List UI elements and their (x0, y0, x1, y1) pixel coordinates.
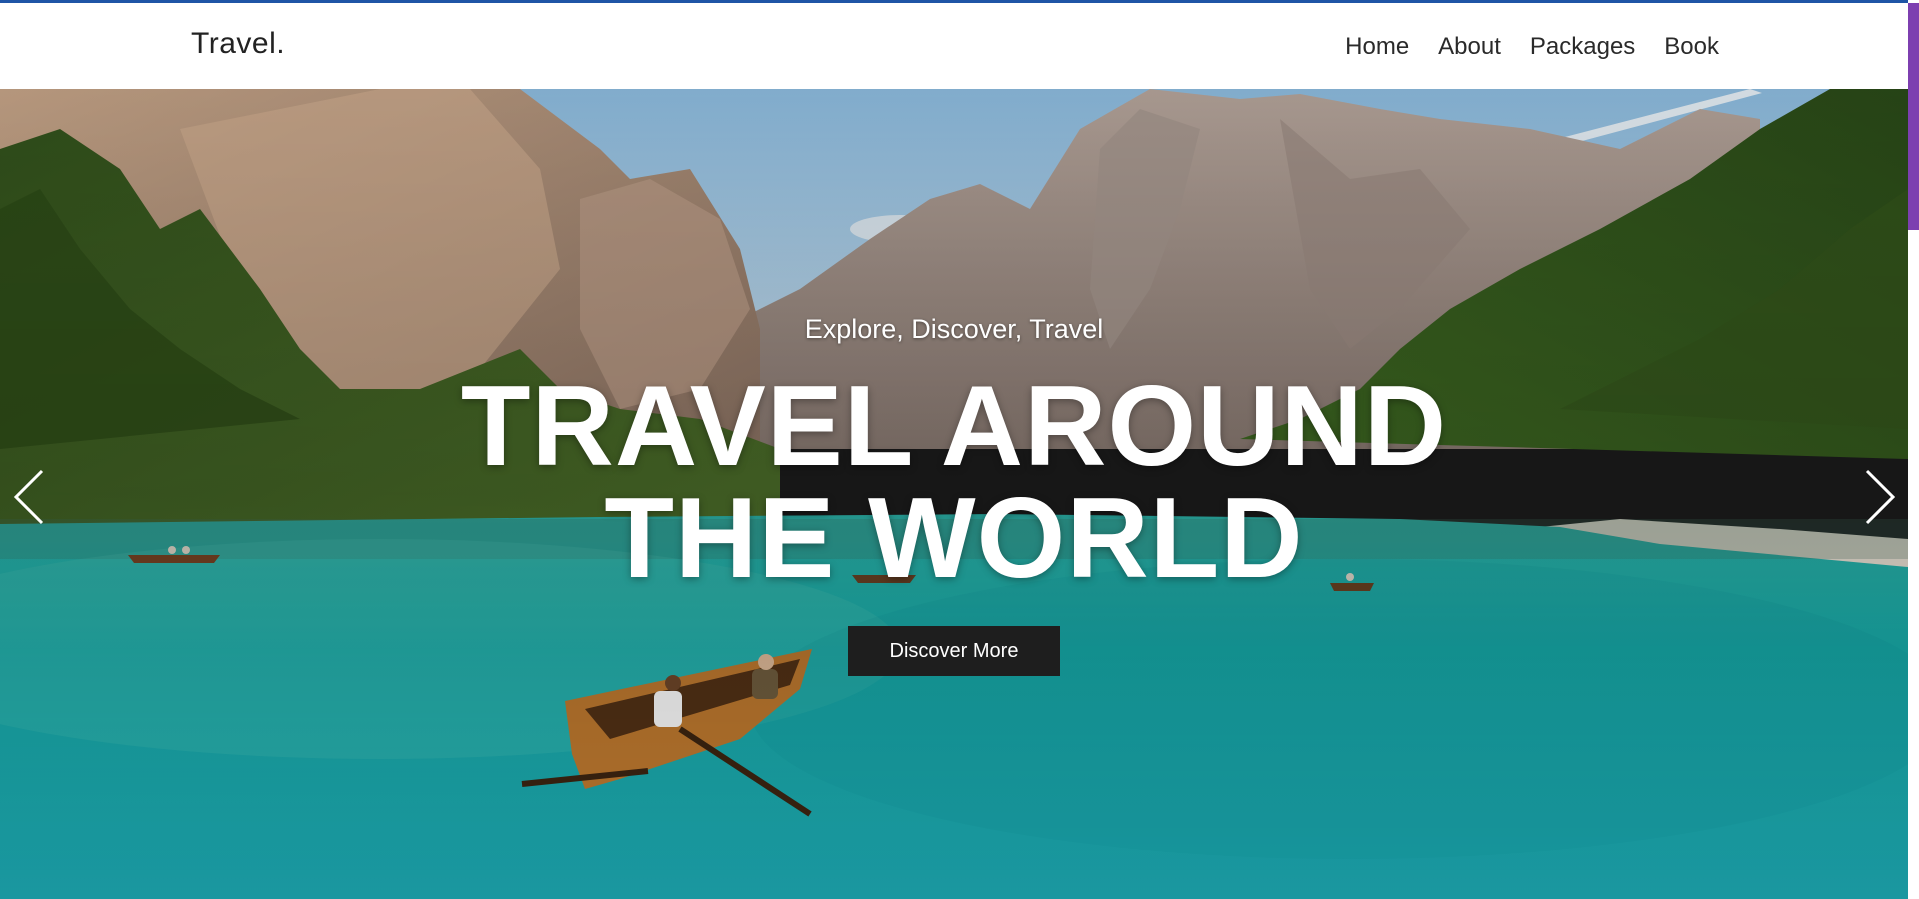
discover-more-button[interactable]: Discover More (848, 626, 1060, 676)
hero-subtitle: Explore, Discover, Travel (804, 314, 1104, 344)
brand-logo[interactable]: Travel. (191, 27, 285, 61)
chevron-right-icon (1865, 469, 1896, 525)
hero-content: Explore, Discover, Travel TRAVEL AROUND … (0, 89, 1908, 899)
nav-link-packages[interactable]: Packages (1530, 33, 1635, 61)
main-nav: Home About Packages Book (1345, 33, 1719, 61)
hero-headline-line-2: THE WORLD (604, 474, 1304, 602)
nav-link-home[interactable]: Home (1345, 33, 1409, 61)
chevron-left-icon (13, 469, 44, 525)
hero-headline: TRAVEL AROUND THE WORLD (0, 363, 1908, 602)
scrollbar-thumb[interactable] (1908, 3, 1919, 230)
page: Travel. Home About Packages Book Explore… (0, 0, 1919, 899)
page-scrollbar[interactable] (1908, 0, 1919, 899)
carousel-prev-button[interactable] (10, 467, 50, 527)
top-accent-bar (0, 0, 1919, 3)
nav-link-book[interactable]: Book (1664, 33, 1719, 61)
navbar: Travel. Home About Packages Book (0, 3, 1908, 89)
carousel-next-button[interactable] (1859, 467, 1899, 527)
hero-carousel: Explore, Discover, Travel TRAVEL AROUND … (0, 89, 1908, 899)
nav-link-about[interactable]: About (1438, 33, 1501, 61)
hero-headline-line-1: TRAVEL AROUND (460, 363, 1448, 490)
